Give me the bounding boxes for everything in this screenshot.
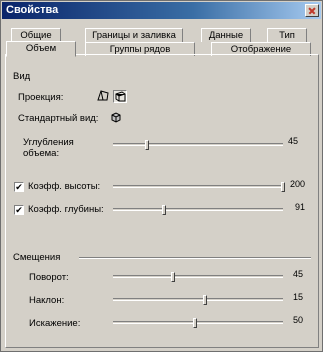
projection-label: Проекция: [18, 92, 64, 103]
depth-coeff-slider-track[interactable] [113, 205, 283, 215]
tab-type[interactable]: Тип [267, 28, 307, 42]
view-section-label: Вид [13, 71, 31, 82]
depth-slider-track[interactable] [113, 140, 283, 150]
section-divider [79, 257, 311, 259]
standard-view-label: Стандартный вид: [18, 113, 99, 124]
depth-label-line1: Углубления [23, 137, 74, 148]
height-coeff-slider-track[interactable] [113, 182, 285, 192]
tilt-slider-track[interactable] [113, 295, 283, 305]
distortion-slider-thumb[interactable] [192, 318, 197, 328]
depth-value: 45 [287, 136, 298, 146]
distortion-value: 50 [292, 315, 303, 325]
height-coeff-checkbox[interactable]: ✔ [14, 182, 24, 192]
turn-value: 45 [292, 269, 303, 279]
turn-slider-thumb[interactable] [170, 272, 175, 282]
title-bar[interactable]: Свойства [2, 2, 321, 19]
tab-data[interactable]: Данные [201, 28, 251, 42]
perspective-icon[interactable] [96, 90, 110, 103]
tilt-slider-thumb[interactable] [202, 295, 207, 305]
properties-window: Свойства Общие Границы и заливка Данные … [0, 0, 323, 352]
window-title: Свойства [6, 4, 59, 16]
offsets-section-label: Смещения [13, 252, 61, 263]
height-coeff-value: 200 [289, 179, 305, 189]
depth-coeff-slider-thumb[interactable] [162, 205, 166, 215]
turn-slider-track[interactable] [113, 272, 283, 282]
tab-borders-fill[interactable]: Границы и заливка [85, 28, 183, 42]
depth-coeff-checkbox[interactable]: ✔ [14, 205, 24, 215]
tilt-value: 15 [292, 292, 303, 302]
depth-slider-thumb[interactable] [145, 140, 149, 150]
distortion-slider-track[interactable] [113, 318, 283, 328]
tab-volume[interactable]: Объем [6, 41, 76, 57]
height-coeff-label: Коэфф. высоты: [28, 181, 101, 192]
depth-coeff-value: 91 [294, 202, 305, 212]
cube-view-icon[interactable] [109, 111, 123, 124]
turn-label: Поворот: [29, 272, 69, 283]
depth-coeff-label: Коэфф. глубины: [28, 204, 104, 215]
axonometric-icon[interactable] [113, 90, 127, 103]
tab-general[interactable]: Общие [11, 28, 61, 42]
tilt-label: Наклон: [29, 295, 65, 306]
depth-label-line2: объема: [23, 148, 60, 159]
distortion-label: Искажение: [29, 318, 81, 329]
close-button[interactable] [305, 4, 319, 17]
